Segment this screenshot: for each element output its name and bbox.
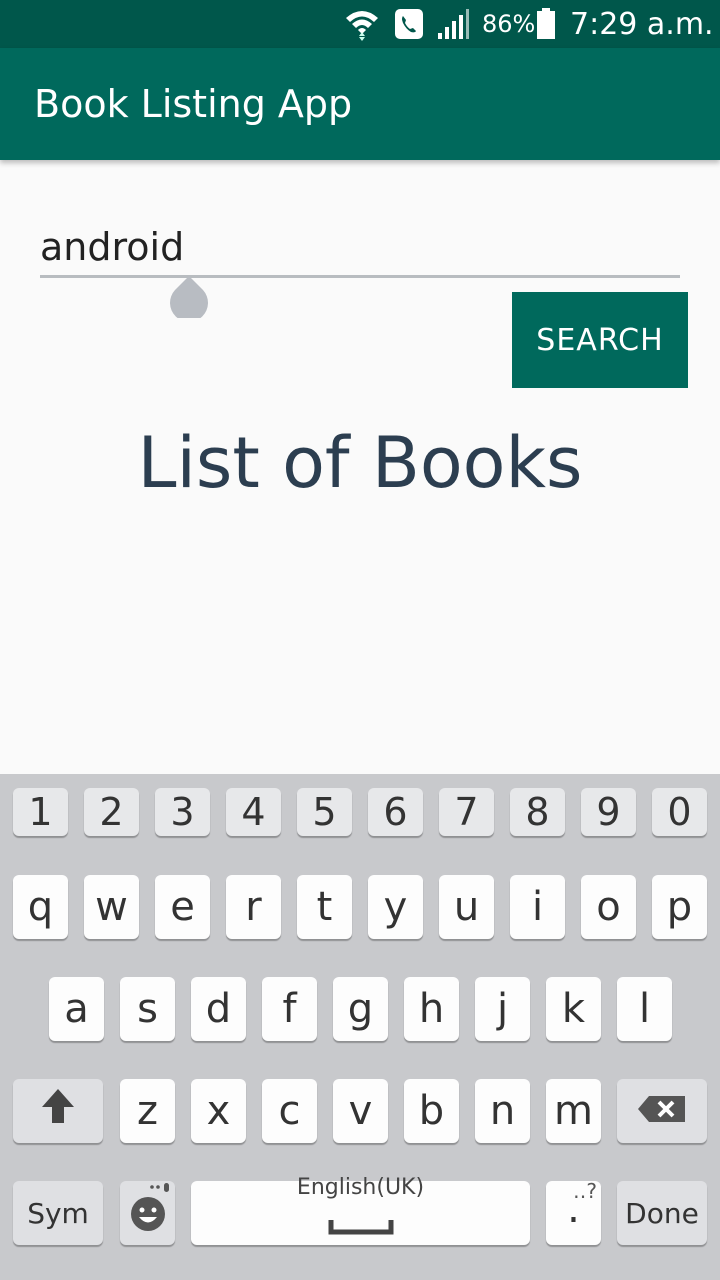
key-9[interactable]: 9 xyxy=(581,788,636,836)
clock: 7:29 a.m. xyxy=(570,6,714,42)
period-key[interactable]: ‥? . xyxy=(546,1179,601,1245)
key-h[interactable]: h xyxy=(404,977,459,1041)
key-z[interactable]: z xyxy=(120,1079,175,1143)
key-y[interactable]: y xyxy=(368,875,423,939)
key-b[interactable]: b xyxy=(404,1079,459,1143)
sym-key[interactable]: Sym xyxy=(13,1181,103,1245)
search-button[interactable]: SEARCH xyxy=(512,292,688,388)
key-m[interactable]: m xyxy=(546,1079,601,1143)
soft-keyboard: 1 2 3 4 5 6 7 8 9 0 q w e r t y u i o p … xyxy=(0,774,720,1280)
key-w[interactable]: w xyxy=(84,875,139,939)
key-6[interactable]: 6 xyxy=(368,788,423,836)
done-key[interactable]: Done xyxy=(617,1181,707,1245)
backspace-key[interactable] xyxy=(617,1079,707,1143)
app-title: Book Listing App xyxy=(34,82,353,126)
emoji-icon xyxy=(126,1182,170,1244)
battery-percent: 86% xyxy=(482,10,536,38)
space-key[interactable]: English(UK) xyxy=(191,1175,530,1246)
wifi-icon xyxy=(344,0,380,48)
key-p[interactable]: p xyxy=(652,875,707,939)
key-k[interactable]: k xyxy=(546,977,601,1041)
key-c[interactable]: c xyxy=(262,1079,317,1143)
key-1[interactable]: 1 xyxy=(13,788,68,836)
key-3[interactable]: 3 xyxy=(155,788,210,836)
key-j[interactable]: j xyxy=(475,977,530,1041)
key-v[interactable]: v xyxy=(333,1079,388,1143)
key-8[interactable]: 8 xyxy=(510,788,565,836)
key-x[interactable]: x xyxy=(191,1079,246,1143)
key-4[interactable]: 4 xyxy=(226,788,281,836)
phone-call-icon xyxy=(394,0,424,48)
backspace-icon xyxy=(637,1088,687,1134)
emoji-voice-key[interactable] xyxy=(120,1181,175,1245)
key-n[interactable]: n xyxy=(475,1079,530,1143)
battery-icon xyxy=(536,0,556,48)
text-cursor-handle[interactable] xyxy=(169,276,209,322)
key-s[interactable]: s xyxy=(120,977,175,1041)
signal-icon xyxy=(436,0,470,48)
shift-key[interactable] xyxy=(13,1079,103,1143)
key-2[interactable]: 2 xyxy=(84,788,139,836)
key-q[interactable]: q xyxy=(13,875,68,939)
space-bar-icon xyxy=(328,1200,394,1246)
key-7[interactable]: 7 xyxy=(439,788,494,836)
shift-arrow-icon xyxy=(40,1087,76,1135)
keyboard-language-label: English(UK) xyxy=(296,1174,425,1200)
search-input[interactable] xyxy=(40,200,680,278)
key-5[interactable]: 5 xyxy=(297,788,352,836)
status-bar: 86% 7:29 a.m. xyxy=(0,0,720,48)
main-content: SEARCH List of Books xyxy=(0,160,720,774)
key-u[interactable]: u xyxy=(439,875,494,939)
key-r[interactable]: r xyxy=(226,875,281,939)
key-a[interactable]: a xyxy=(49,977,104,1041)
key-e[interactable]: e xyxy=(155,875,210,939)
period-key-hint: ‥? xyxy=(573,1179,597,1203)
key-i[interactable]: i xyxy=(510,875,565,939)
key-0[interactable]: 0 xyxy=(652,788,707,836)
key-o[interactable]: o xyxy=(581,875,636,939)
key-g[interactable]: g xyxy=(333,977,388,1041)
key-t[interactable]: t xyxy=(297,875,352,939)
key-l[interactable]: l xyxy=(617,977,672,1041)
key-d[interactable]: d xyxy=(191,977,246,1041)
key-f[interactable]: f xyxy=(262,977,317,1041)
page-heading: List of Books xyxy=(137,422,583,504)
app-bar: Book Listing App xyxy=(0,48,720,160)
